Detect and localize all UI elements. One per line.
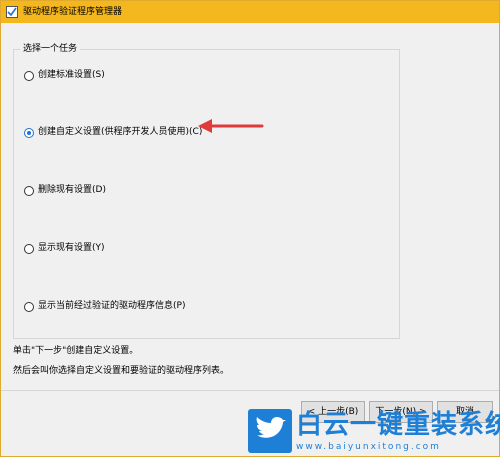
window-title: 驱动程序验证程序管理器	[23, 7, 123, 17]
watermark: 白云一键重装系统 www.baiyunxitong.com	[248, 409, 500, 455]
dialog-body: 选择一个任务 创建标准设置(S) 创建自定义设置(供程序开发人员使用)(C) 删…	[1, 23, 499, 456]
driver-verifier-window: 驱动程序验证程序管理器 选择一个任务 创建标准设置(S) 创建自定义设置(供程序…	[0, 0, 500, 457]
info-text-line2: 然后会叫你选择自定义设置和要验证的驱动程序列表。	[13, 366, 230, 376]
watermark-brand-text: 白云一键重装系统	[296, 410, 500, 440]
red-arrow-annotation-icon	[198, 119, 264, 133]
radio-button[interactable]	[24, 71, 34, 81]
radio-label: 创建标准设置(S)	[38, 70, 105, 80]
title-bar[interactable]: 驱动程序验证程序管理器	[1, 1, 499, 23]
radio-label: 创建自定义设置(供程序开发人员使用)(C)	[38, 127, 203, 137]
bird-logo-icon	[248, 409, 292, 453]
checkmark-pen-icon	[6, 6, 18, 18]
radio-label: 显示当前经过验证的驱动程序信息(P)	[38, 301, 186, 311]
radio-button-selected[interactable]	[24, 128, 34, 138]
info-text-line1: 单击"下一步"创建自定义设置。	[13, 346, 139, 356]
radio-button[interactable]	[24, 244, 34, 254]
radio-button[interactable]	[24, 186, 34, 196]
radio-label: 显示现有设置(Y)	[38, 243, 105, 253]
footer-divider	[1, 390, 499, 391]
task-group-legend: 选择一个任务	[20, 43, 81, 55]
watermark-url-text: www.baiyunxitong.com	[296, 442, 441, 452]
radio-label: 删除现有设置(D)	[38, 185, 106, 195]
task-groupbox: 选择一个任务 创建标准设置(S) 创建自定义设置(供程序开发人员使用)(C) 删…	[13, 43, 400, 339]
radio-button[interactable]	[24, 302, 34, 312]
